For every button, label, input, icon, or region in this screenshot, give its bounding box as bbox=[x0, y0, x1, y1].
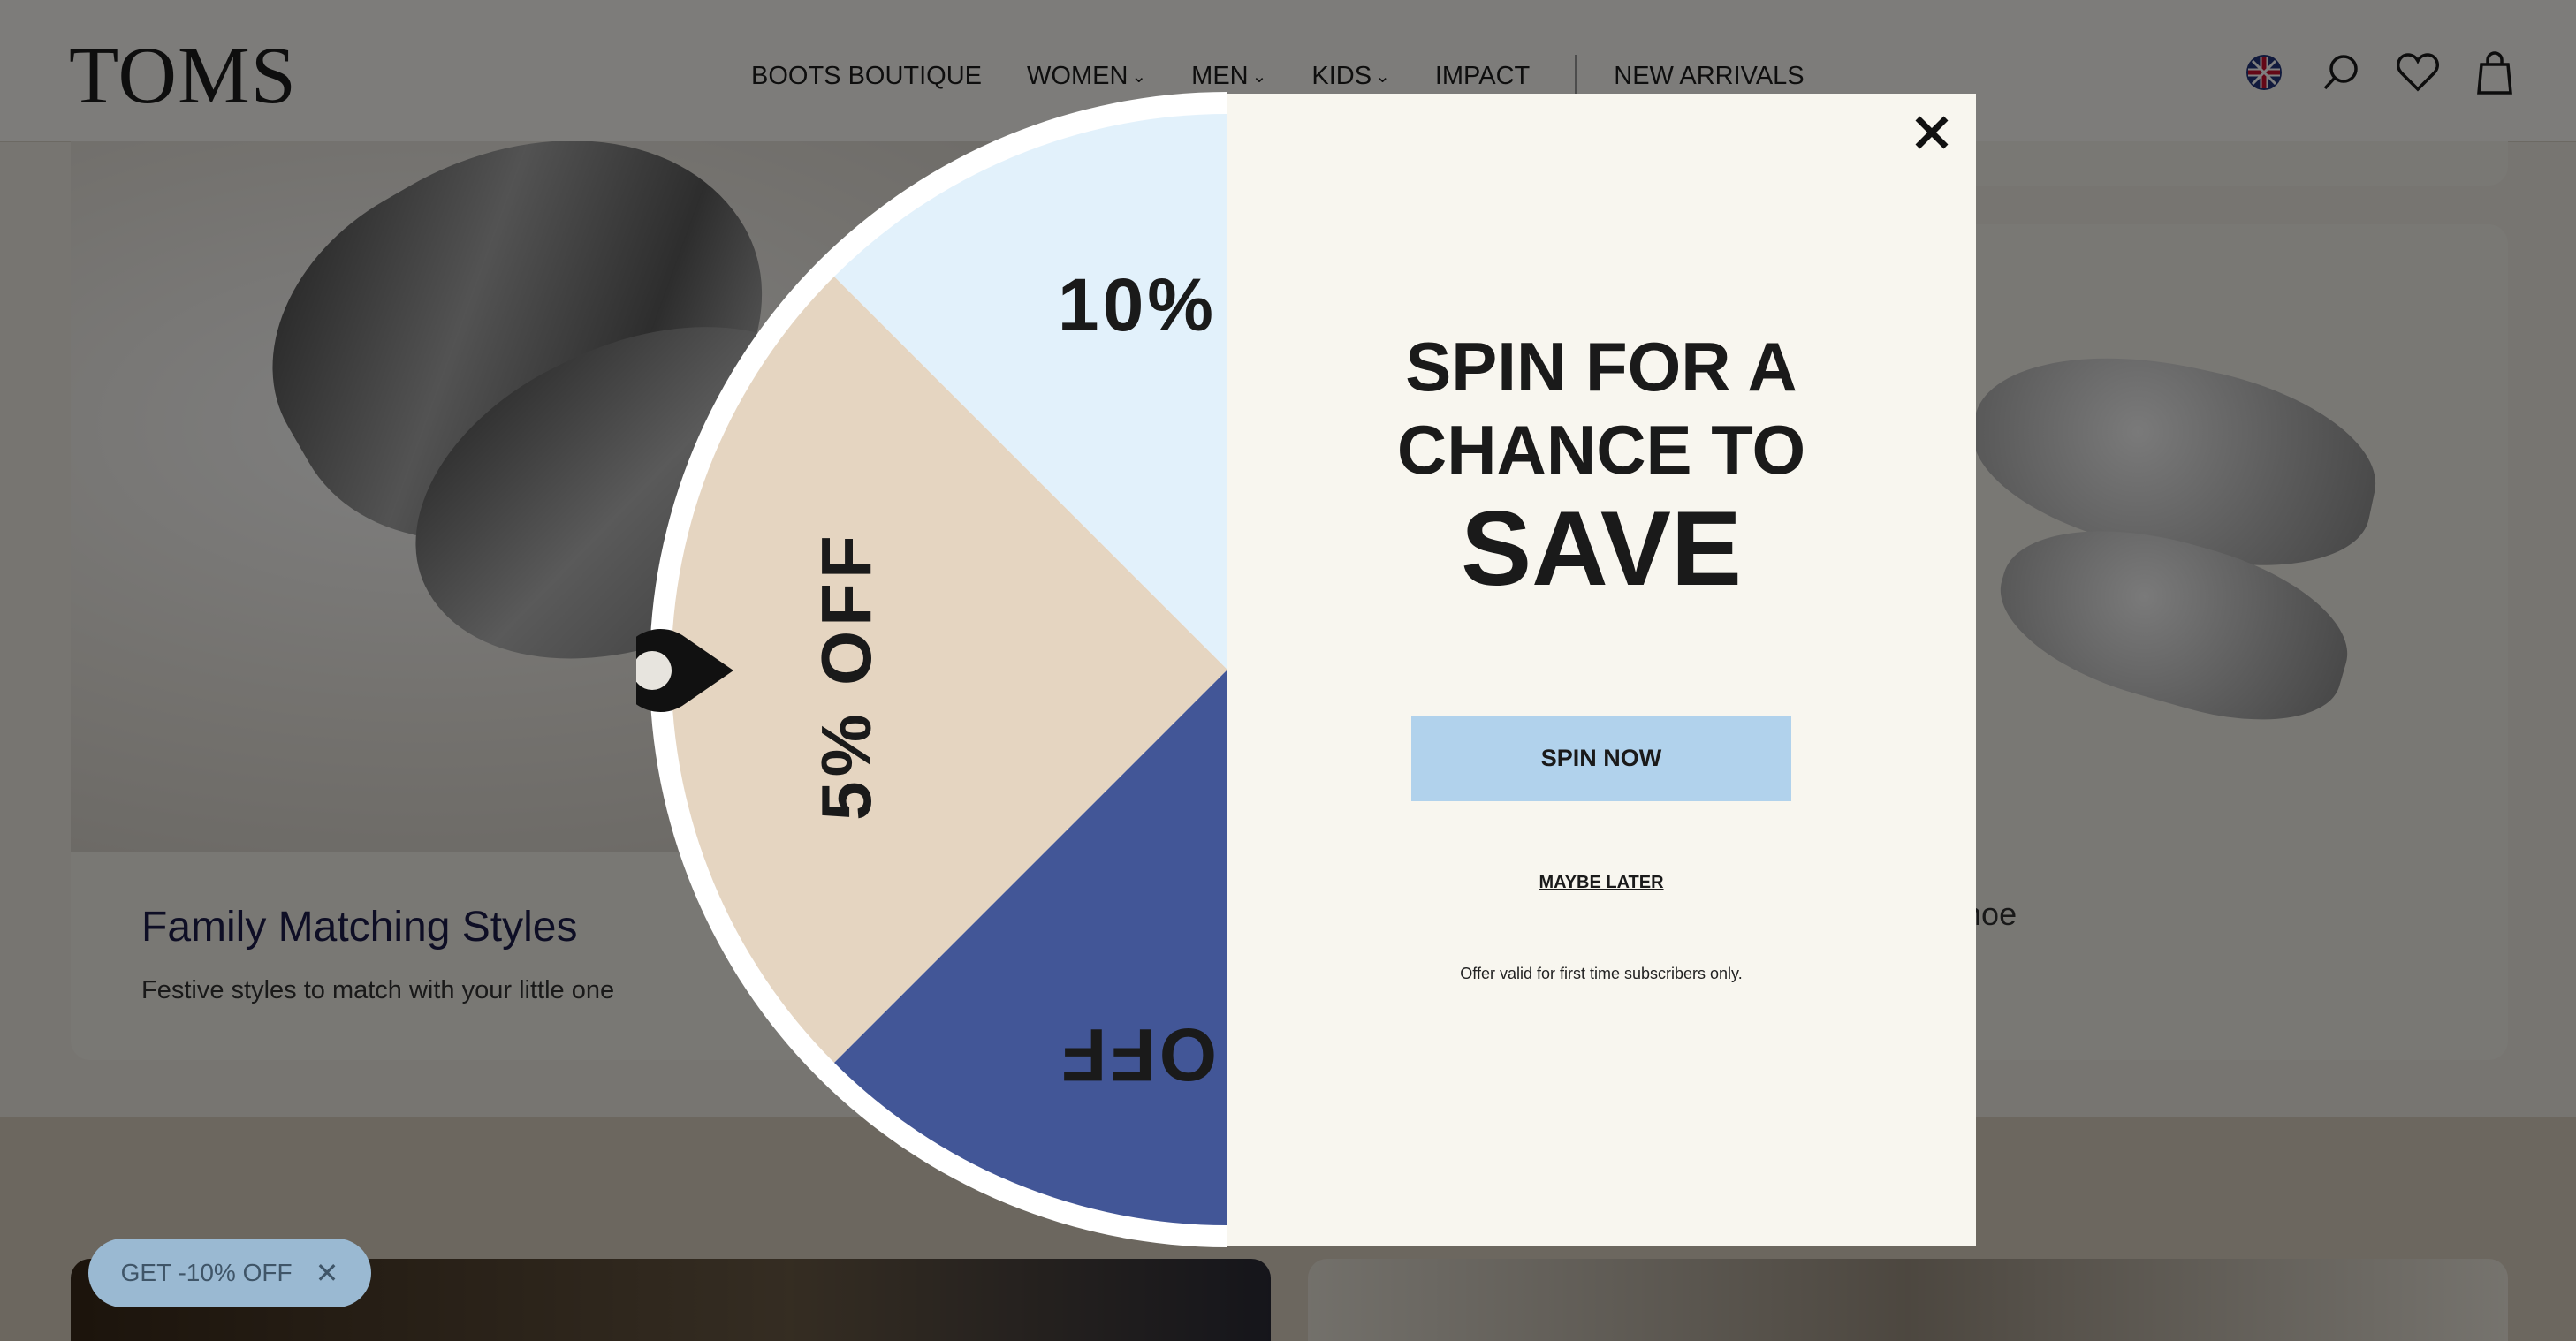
wheel-label-5-off: 5% OFF bbox=[807, 531, 885, 821]
discount-badge[interactable]: GET -10% OFF ✕ bbox=[88, 1239, 371, 1307]
heading-line-2: CHANCE TO bbox=[1396, 411, 1806, 489]
spin-now-button[interactable]: SPIN NOW bbox=[1411, 716, 1791, 801]
wheel-label-off: OFF bbox=[1058, 1013, 1217, 1096]
offer-terms: Offer valid for first time subscribers o… bbox=[1460, 965, 1743, 982]
prize-wheel: 10% 5% OFF OFF bbox=[636, 92, 1227, 1247]
spin-popup: SPIN FOR A CHANCE TO SAVE SPIN NOW MAYBE… bbox=[1227, 94, 1976, 1246]
close-icon[interactable] bbox=[1909, 110, 1955, 155]
heading-line-3: SAVE bbox=[1461, 489, 1742, 608]
badge-label: GET -10% OFF bbox=[120, 1259, 293, 1286]
popup-heading: SPIN FOR A CHANCE TO SAVE bbox=[1227, 325, 1976, 606]
maybe-later-link[interactable]: MAYBE LATER bbox=[1227, 873, 1976, 893]
wheel-label-10: 10% bbox=[1058, 263, 1217, 346]
heading-line-1: SPIN FOR A bbox=[1405, 328, 1797, 405]
badge-close-icon[interactable]: ✕ bbox=[315, 1256, 339, 1290]
